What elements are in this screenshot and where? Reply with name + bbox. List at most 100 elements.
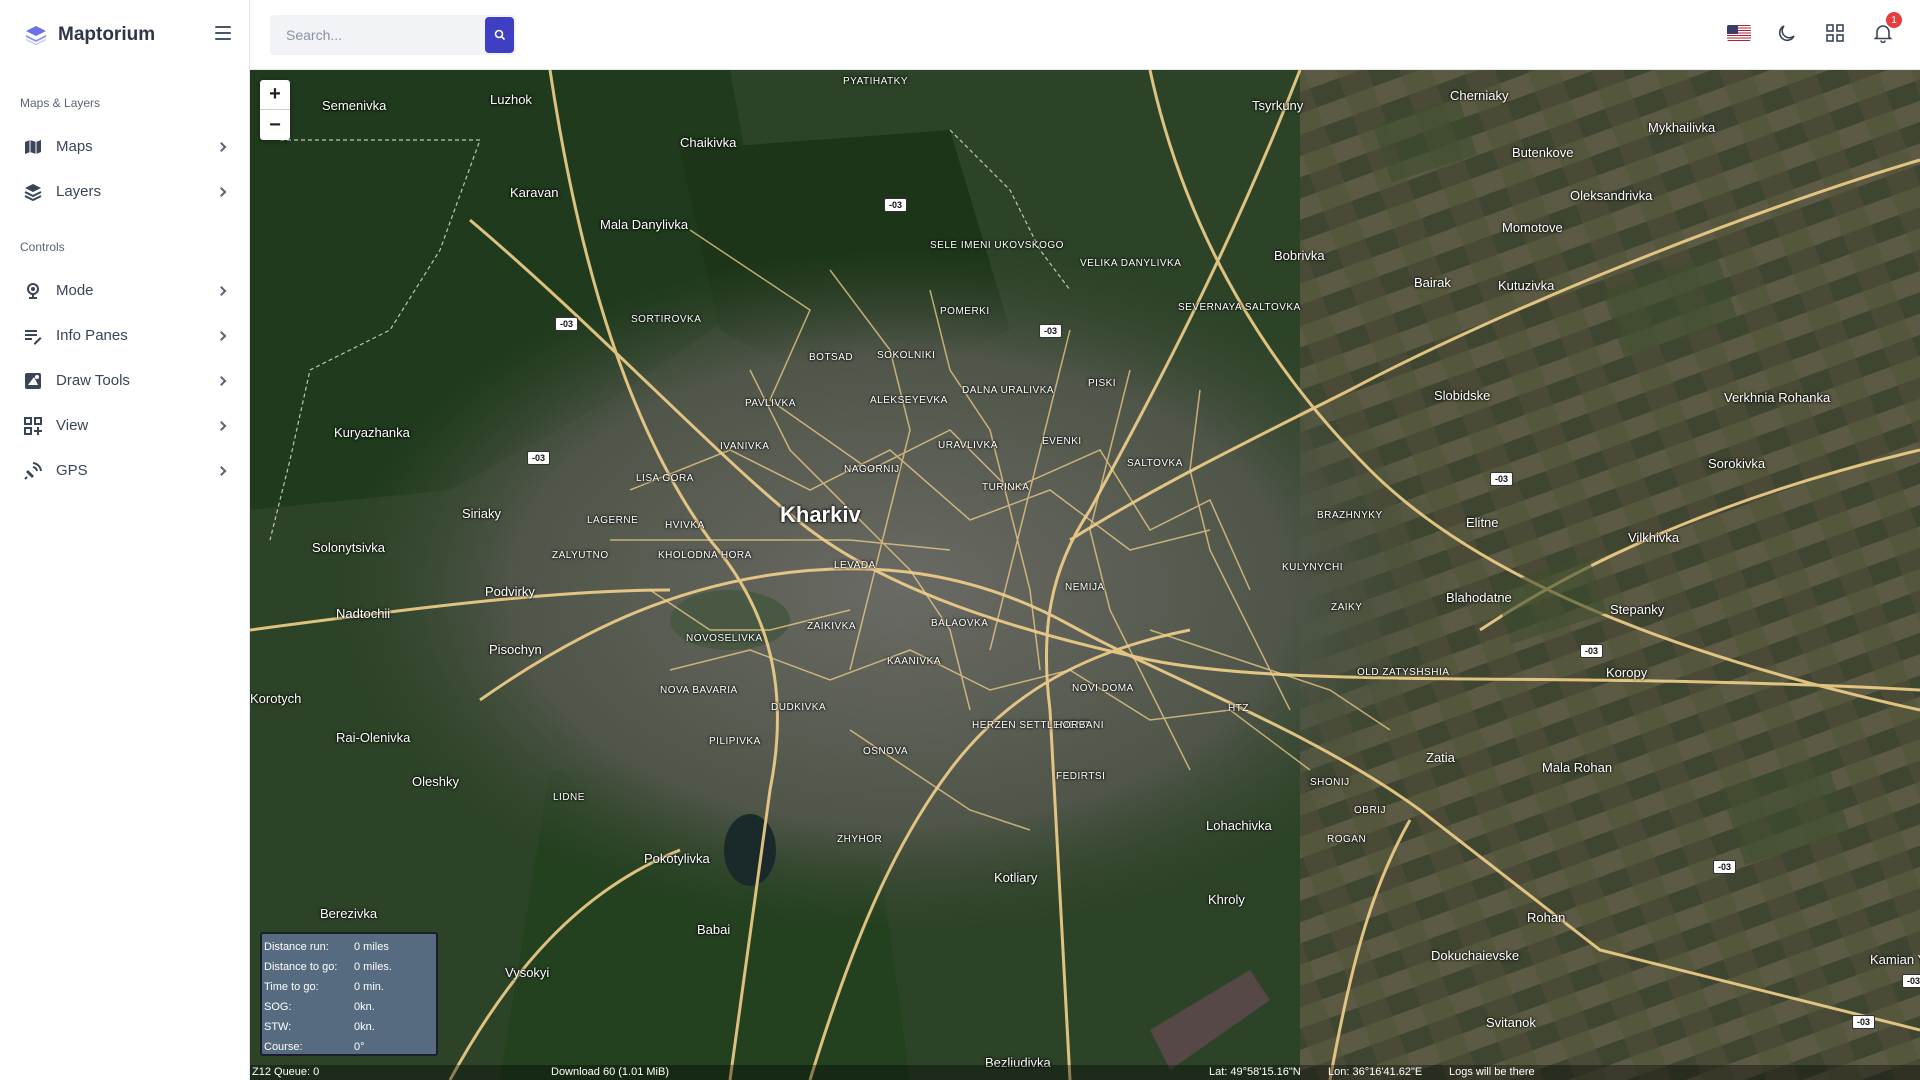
place-label: Tsyrkuny [1252, 98, 1304, 113]
place-label: LIDNE [553, 792, 585, 803]
sidebar-item-label: Maps [56, 138, 93, 155]
draw-tools-icon [24, 372, 42, 390]
place-label: DUDKIVKA [771, 702, 827, 713]
status-bar: Z12 Queue: 0 Download 60 (1.01 MiB) Lat:… [250, 1065, 1920, 1080]
status-logs: Logs will be there [1449, 1066, 1535, 1078]
search-button[interactable] [485, 17, 514, 53]
sidebar-item-label: Mode [56, 282, 94, 299]
notifications-button[interactable]: 1 [1870, 12, 1902, 46]
place-label: IVANIVKA [720, 441, 770, 452]
zoom-control: + − [260, 80, 290, 140]
place-label: PILIPIVKA [709, 736, 761, 747]
place-label: Momotove [1502, 220, 1563, 235]
grid-icon [1826, 24, 1844, 42]
place-label: KULYNYCHI [1282, 562, 1343, 573]
sidebar-item-info-panes[interactable]: Info Panes [0, 313, 249, 358]
place-label: ZHYHOR [837, 834, 883, 845]
place-label: ZALYUTNO [552, 550, 609, 561]
place-label: Mykhailivka [1648, 120, 1716, 135]
place-label: SELE IMENI UKOVSKOGO [930, 240, 1064, 251]
info-row-distance-run: Distance run: 0 miles [264, 937, 434, 957]
place-label: Kuryazhanka [334, 425, 410, 440]
language-flag-button[interactable] [1726, 20, 1752, 46]
place-label: Babai [697, 922, 731, 937]
road-shield: -03 [1713, 860, 1737, 874]
place-label: Kutuzivka [1498, 278, 1555, 293]
place-label: LISA GORA [636, 473, 694, 484]
place-label: Sorokivka [1708, 456, 1766, 471]
place-label: Verkhnia Rohanka [1724, 390, 1831, 405]
info-value: 0 min. [354, 981, 384, 993]
zoom-in-button[interactable]: + [260, 80, 290, 110]
menu-toggle-icon[interactable] [215, 26, 231, 40]
dark-mode-toggle[interactable] [1774, 20, 1800, 46]
place-label: URAVLIVKA [938, 440, 998, 451]
info-value: 0kn. [354, 1001, 375, 1013]
search-input[interactable] [270, 15, 483, 55]
place-label: Kamian Yaruh [1870, 952, 1920, 967]
road-shield: -03 [1902, 974, 1920, 988]
place-label: Vysokyi [505, 965, 550, 980]
sidebar-item-label: Layers [56, 183, 102, 200]
place-label: Siriaky [462, 506, 502, 521]
info-panes-icon [24, 327, 42, 345]
place-label: KHOLODNA HORA [658, 550, 752, 561]
map-icon [24, 138, 42, 156]
place-label: Podvirky [485, 584, 535, 599]
place-label: Khroly [1208, 892, 1245, 907]
place-label: NOVA BAVARIA [660, 685, 738, 696]
place-label: Solonytsivka [312, 540, 385, 555]
info-pane[interactable]: Distance run: 0 miles Distance to go: 0 … [260, 932, 438, 1056]
place-label: Slobidske [1434, 388, 1491, 403]
sidebar-item-draw-tools[interactable]: Draw Tools [0, 358, 249, 403]
section-title-controls: Controls [20, 240, 65, 254]
place-label: FEDIRTSI [1056, 771, 1106, 782]
place-label: PISKI [1088, 378, 1117, 389]
place-label: OLD ZATYSHSHIA [1357, 667, 1450, 678]
sidebar-item-layers[interactable]: Layers [0, 169, 249, 214]
zoom-out-button[interactable]: − [260, 110, 290, 140]
chevron-right-icon [216, 465, 227, 476]
place-label: LEVADA [834, 560, 876, 571]
place-label: Kharkiv [780, 502, 861, 527]
top-icons: 1 [1726, 12, 1902, 46]
sidebar-item-label: Info Panes [56, 327, 128, 344]
place-label: BOTSAD [809, 352, 854, 363]
place-label: Elitne [1466, 515, 1499, 530]
sidebar-item-view[interactable]: View [0, 403, 249, 448]
place-label: SEVERNAYA SALTOVKA [1178, 302, 1301, 313]
sidebar-item-mode[interactable]: Mode [0, 268, 249, 313]
place-label: NAGORNIJ [844, 464, 900, 475]
sidebar-item-label: Draw Tools [56, 372, 130, 389]
info-label: Distance run: [264, 941, 329, 953]
place-label: ROGAN [1327, 834, 1367, 845]
status-download: Download 60 (1.01 MiB) [551, 1066, 670, 1078]
place-label: HORBANI [1055, 720, 1105, 731]
map-view[interactable]: + − Kharkiv Semenivka Luzhok Karavan Mala Da… [250, 70, 1920, 1080]
sidebar-item-gps[interactable]: GPS [0, 448, 249, 493]
app-logo-icon [26, 26, 46, 45]
place-label: Butenkove [1512, 145, 1574, 160]
place-label: ZAIKY [1331, 602, 1363, 613]
place-label: Zatia [1426, 750, 1455, 765]
place-label: Kotliary [994, 870, 1038, 885]
info-value: 0kn. [354, 1021, 375, 1033]
info-label: STW: [264, 1021, 292, 1033]
info-label: Course: [264, 1041, 303, 1053]
info-row-course: Course: 0° [264, 1037, 434, 1057]
info-row-stw: STW: 0kn. [264, 1017, 434, 1037]
place-label: NOVOSELIVKA [686, 633, 763, 644]
place-label: POMERKI [940, 306, 990, 317]
status-longitude: Lon: 36°16'41.62"E [1328, 1066, 1423, 1078]
sidebar-item-maps[interactable]: Maps [0, 124, 249, 169]
info-row-distance-to-go: Distance to go: 0 miles. [264, 957, 434, 977]
place-label: Lohachivka [1206, 818, 1272, 833]
place-label: HTZ [1228, 703, 1249, 714]
road-shield: -03 [1039, 324, 1063, 338]
apps-grid-button[interactable] [1822, 20, 1848, 46]
gps-icon [24, 461, 42, 480]
chevron-right-icon [216, 420, 227, 431]
place-label: LAGERNE [587, 515, 639, 526]
place-label: OSNOVA [863, 746, 909, 757]
satellite-map-imagery [250, 70, 1920, 1080]
